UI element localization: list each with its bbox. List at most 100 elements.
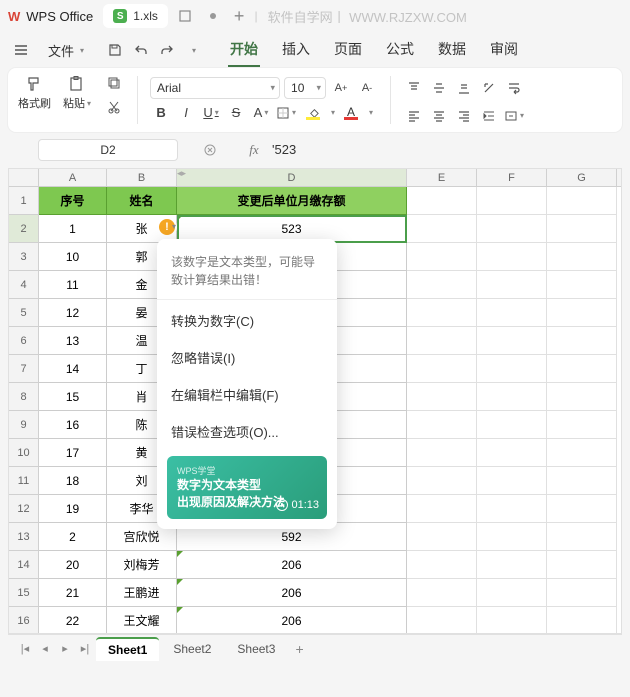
data-cell[interactable]: 17	[39, 439, 107, 467]
row-header[interactable]: 12	[9, 495, 38, 523]
empty-cell[interactable]	[547, 271, 617, 299]
empty-cell[interactable]	[477, 187, 547, 215]
empty-cell[interactable]	[477, 467, 547, 495]
row-header[interactable]: 3	[9, 243, 38, 271]
row-header[interactable]: 1	[9, 187, 38, 215]
sheet-tab[interactable]: Sheet2	[161, 638, 223, 660]
data-cell[interactable]: 22	[39, 607, 107, 634]
ribbon-tab-formula[interactable]: 公式	[384, 33, 416, 67]
add-sheet-button[interactable]: +	[289, 641, 309, 657]
data-cell[interactable]: 206	[177, 551, 407, 579]
row-header[interactable]: 2	[9, 215, 38, 243]
empty-cell[interactable]	[407, 215, 477, 243]
indent-icon[interactable]	[478, 105, 500, 127]
empty-cell[interactable]	[407, 439, 477, 467]
chevron-down-icon[interactable]: ▾	[331, 108, 335, 117]
empty-cell[interactable]	[477, 383, 547, 411]
ctx-edit-formula-bar[interactable]: 在编辑栏中编辑(F)	[157, 376, 337, 413]
data-cell[interactable]: 10	[39, 243, 107, 271]
empty-cell[interactable]	[407, 607, 477, 634]
data-cell[interactable]: 19	[39, 495, 107, 523]
tab-options-icon[interactable]	[174, 5, 196, 27]
column-header[interactable]: A	[39, 169, 107, 186]
sheet-nav-first-icon[interactable]: |◂	[16, 640, 34, 658]
cancel-icon[interactable]	[198, 138, 222, 162]
empty-cell[interactable]	[477, 215, 547, 243]
name-box[interactable]: D2	[38, 139, 178, 161]
fill-color-button[interactable]	[300, 102, 326, 124]
file-menu-button[interactable]: 文件 ▾	[48, 41, 84, 60]
ribbon-tab-insert[interactable]: 插入	[280, 33, 312, 67]
align-right-icon[interactable]	[453, 105, 475, 127]
row-header[interactable]: 11	[9, 467, 38, 495]
error-dropdown-icon[interactable]: ▾	[172, 222, 176, 231]
empty-cell[interactable]	[407, 411, 477, 439]
align-middle-icon[interactable]	[428, 77, 450, 99]
fx-icon[interactable]: fx	[242, 138, 266, 162]
bold-button[interactable]: B	[150, 102, 172, 124]
data-cell[interactable]: 14	[39, 355, 107, 383]
data-cell[interactable]: 刘梅芳	[107, 551, 177, 579]
data-cell[interactable]: 王鹏进	[107, 579, 177, 607]
data-cell[interactable]: 18	[39, 467, 107, 495]
ctx-convert-number[interactable]: 转换为数字(C)	[157, 302, 337, 339]
empty-cell[interactable]	[407, 271, 477, 299]
row-header[interactable]: 4	[9, 271, 38, 299]
row-header[interactable]: 14	[9, 551, 38, 579]
empty-cell[interactable]	[477, 523, 547, 551]
column-header[interactable]: E	[407, 169, 477, 186]
empty-cell[interactable]	[477, 243, 547, 271]
row-header[interactable]: 8	[9, 383, 38, 411]
formula-input[interactable]: '523	[266, 139, 622, 161]
row-header[interactable]: 10	[9, 439, 38, 467]
data-cell[interactable]: 1	[39, 215, 107, 243]
empty-cell[interactable]	[547, 523, 617, 551]
strikethrough-button[interactable]: S	[225, 102, 247, 124]
ribbon-tab-home[interactable]: 开始	[228, 33, 260, 67]
data-cell[interactable]: 11	[39, 271, 107, 299]
help-video-card[interactable]: WPS学堂 数字为文本类型 出现原因及解决方法 01:13	[167, 456, 327, 519]
empty-cell[interactable]	[547, 187, 617, 215]
align-left-icon[interactable]	[403, 105, 425, 127]
data-cell[interactable]: 13	[39, 327, 107, 355]
data-cell[interactable]: 16	[39, 411, 107, 439]
empty-cell[interactable]	[477, 299, 547, 327]
empty-cell[interactable]	[477, 495, 547, 523]
row-header[interactable]: 7	[9, 355, 38, 383]
sheet-nav-prev-icon[interactable]: ◂	[36, 640, 54, 658]
empty-cell[interactable]	[407, 383, 477, 411]
empty-cell[interactable]	[477, 411, 547, 439]
italic-button[interactable]: I	[175, 102, 197, 124]
empty-cell[interactable]	[477, 551, 547, 579]
ribbon-tab-review[interactable]: 审阅	[488, 33, 520, 67]
row-header[interactable]: 6	[9, 327, 38, 355]
empty-cell[interactable]	[477, 355, 547, 383]
wrap-text-icon[interactable]	[503, 77, 525, 99]
column-header[interactable]: D	[177, 169, 407, 186]
empty-cell[interactable]	[407, 551, 477, 579]
data-cell[interactable]: 王文耀	[107, 607, 177, 634]
empty-cell[interactable]	[547, 551, 617, 579]
new-tab-button[interactable]: +	[234, 6, 245, 27]
data-cell[interactable]: 21	[39, 579, 107, 607]
more-icon[interactable]: ▾	[182, 39, 204, 61]
empty-cell[interactable]	[547, 495, 617, 523]
empty-cell[interactable]	[477, 271, 547, 299]
merge-cells-icon[interactable]: ▾	[503, 105, 525, 127]
empty-cell[interactable]	[407, 243, 477, 271]
typography-button[interactable]: A▾	[250, 102, 272, 124]
empty-cell[interactable]	[547, 215, 617, 243]
row-header[interactable]: 16	[9, 607, 38, 634]
empty-cell[interactable]	[477, 327, 547, 355]
ctx-ignore-error[interactable]: 忽略错误(I)	[157, 339, 337, 376]
empty-cell[interactable]	[407, 327, 477, 355]
sheet-nav-next-icon[interactable]: ▸	[56, 640, 74, 658]
ctx-error-check-options[interactable]: 错误检查选项(O)...	[157, 413, 337, 450]
hamburger-icon[interactable]	[10, 39, 32, 61]
align-top-icon[interactable]	[403, 77, 425, 99]
ribbon-tab-data[interactable]: 数据	[436, 33, 468, 67]
empty-cell[interactable]	[407, 355, 477, 383]
select-all-corner[interactable]	[9, 169, 39, 186]
empty-cell[interactable]	[547, 439, 617, 467]
data-cell[interactable]: 206	[177, 607, 407, 634]
